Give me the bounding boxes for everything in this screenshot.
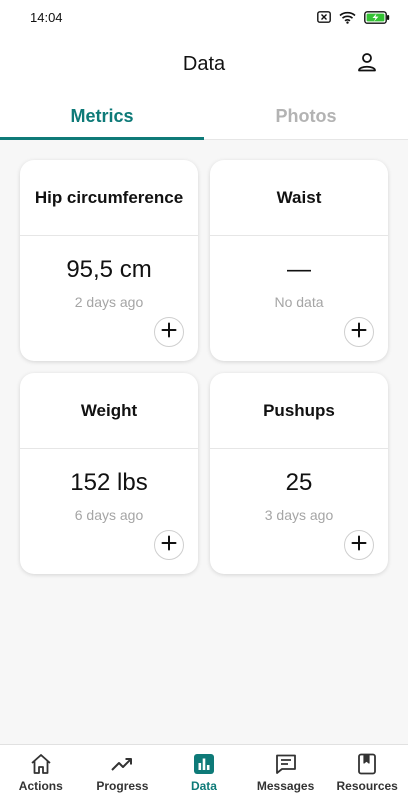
- metric-card-pushups[interactable]: Pushups 25 3 days ago: [210, 373, 388, 574]
- app-header: Data: [0, 34, 408, 94]
- metric-value: 152 lbs: [70, 469, 148, 496]
- bottom-nav: Actions Progress Data Messages Resources: [0, 744, 408, 800]
- plus-icon: [351, 322, 367, 343]
- metric-card-weight[interactable]: Weight 152 lbs 6 days ago: [20, 373, 198, 574]
- book-icon: [355, 752, 379, 776]
- status-time: 14:04: [30, 9, 63, 25]
- wifi-icon: [339, 11, 356, 24]
- nav-label: Messages: [256, 779, 315, 793]
- nav-item-resources[interactable]: Resources: [326, 745, 408, 800]
- metric-title: Waist: [210, 160, 388, 236]
- add-entry-button[interactable]: [154, 530, 184, 560]
- metric-value: —: [287, 256, 311, 283]
- metric-title: Pushups: [210, 373, 388, 449]
- metric-card-waist[interactable]: Waist — No data: [210, 160, 388, 361]
- tab-bar: Metrics Photos: [0, 94, 408, 140]
- status-bar: 14:04: [0, 0, 408, 34]
- close-box-icon: [317, 11, 331, 23]
- metrics-grid: Hip circumference 95,5 cm 2 days ago Wai…: [20, 160, 388, 574]
- nav-label: Resources: [336, 779, 398, 793]
- add-entry-button[interactable]: [344, 317, 374, 347]
- nav-item-data[interactable]: Data: [163, 745, 245, 800]
- metric-value: 95,5 cm: [66, 256, 152, 283]
- tab-metrics[interactable]: Metrics: [0, 94, 204, 140]
- user-icon: [357, 52, 377, 77]
- metric-card-hip-circumference[interactable]: Hip circumference 95,5 cm 2 days ago: [20, 160, 198, 361]
- profile-button[interactable]: [354, 51, 380, 77]
- nav-label: Data: [190, 779, 217, 793]
- nav-item-messages[interactable]: Messages: [245, 745, 327, 800]
- metric-value: 25: [285, 469, 313, 496]
- metric-title: Weight: [20, 373, 198, 449]
- nav-label: Progress: [96, 779, 149, 793]
- nav-item-progress[interactable]: Progress: [82, 745, 164, 800]
- metric-last-updated: 2 days ago: [74, 294, 144, 310]
- bar-chart-icon: [192, 752, 216, 776]
- metric-title: Hip circumference: [20, 160, 198, 236]
- home-icon: [29, 752, 53, 776]
- battery-charging-icon: [364, 10, 390, 24]
- message-icon: [274, 752, 298, 776]
- add-entry-button[interactable]: [154, 317, 184, 347]
- metric-last-updated: 6 days ago: [74, 507, 144, 523]
- plus-icon: [161, 535, 177, 556]
- trending-up-icon: [110, 752, 134, 776]
- metric-last-updated: No data: [274, 294, 324, 310]
- plus-icon: [351, 535, 367, 556]
- plus-icon: [161, 322, 177, 343]
- page-title: Data: [182, 52, 226, 75]
- metric-last-updated: 3 days ago: [264, 507, 334, 523]
- nav-label: Actions: [18, 779, 63, 793]
- nav-item-actions[interactable]: Actions: [0, 745, 82, 800]
- add-entry-button[interactable]: [344, 530, 374, 560]
- tab-photos[interactable]: Photos: [204, 94, 408, 139]
- status-icons: [317, 10, 390, 24]
